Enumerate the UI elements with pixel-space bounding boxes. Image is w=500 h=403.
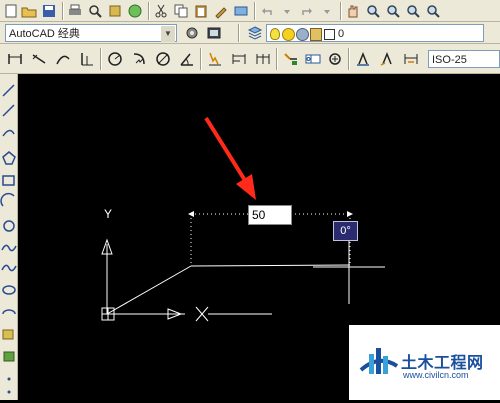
standard-toolbar — [0, 0, 500, 22]
print-icon[interactable] — [66, 2, 84, 20]
layer-properties-icon[interactable] — [246, 24, 264, 42]
draw-toolbar-icons — [0, 84, 17, 394]
undo-icon[interactable] — [258, 2, 276, 20]
zoom-previous-icon[interactable] — [404, 2, 422, 20]
drawn-line — [190, 264, 351, 267]
publish-icon[interactable] — [106, 2, 124, 20]
aligned-dimension-icon[interactable] — [30, 50, 48, 68]
workspace-settings-icon[interactable] — [183, 24, 201, 42]
toolbar-separator — [100, 48, 102, 70]
dimension-style-select[interactable]: ISO-25 — [428, 50, 500, 68]
toolbar-separator — [238, 24, 240, 42]
toolbar-separator — [340, 2, 342, 20]
annotation-arrow — [204, 116, 248, 184]
lock-icon — [310, 28, 322, 41]
linear-dimension-icon[interactable] — [6, 50, 24, 68]
ucs-y-label: Y — [104, 207, 113, 221]
dimension-text-edit-icon[interactable] — [378, 50, 396, 68]
toolbar-separator — [62, 2, 64, 20]
ordinate-dimension-icon[interactable] — [78, 50, 96, 68]
jogged-dimension-icon[interactable] — [130, 50, 148, 68]
workspace-select[interactable]: AutoCAD 经典 ▼ — [5, 24, 177, 42]
continue-dimension-icon[interactable] — [254, 50, 272, 68]
toolbar-separator — [254, 2, 256, 20]
toolbar-separator — [200, 48, 202, 70]
redo-dropdown-icon[interactable] — [318, 2, 336, 20]
sun-icon — [282, 28, 295, 41]
watermark-url: www.civilcn.com — [403, 370, 469, 380]
dimension-edit-icon[interactable] — [354, 50, 372, 68]
dynamic-length-input[interactable]: 50 — [248, 205, 292, 225]
block-editor-icon[interactable] — [232, 2, 250, 20]
globe-icon[interactable] — [126, 2, 144, 20]
copy-icon[interactable] — [172, 2, 190, 20]
match-properties-icon[interactable] — [212, 2, 230, 20]
cut-icon[interactable] — [152, 2, 170, 20]
my-workspace-icon[interactable] — [205, 24, 223, 42]
angle-tooltip: 0° — [333, 221, 358, 241]
open-icon[interactable] — [20, 2, 38, 20]
quick-dimension-icon[interactable] — [206, 50, 224, 68]
layer-name: 0 — [338, 28, 345, 40]
dimension-update-icon[interactable] — [402, 50, 420, 68]
redo-icon[interactable] — [298, 2, 316, 20]
tolerance-icon[interactable] — [304, 50, 322, 68]
draw-toolbar — [0, 74, 18, 400]
freeze-viewport-icon — [296, 28, 309, 41]
zoom-extents-icon[interactable] — [424, 2, 442, 20]
workspaces-layers-toolbar: AutoCAD 经典 ▼ 0 — [0, 22, 500, 44]
angular-dimension-icon[interactable] — [178, 50, 196, 68]
save-icon[interactable] — [40, 2, 58, 20]
paste-icon[interactable] — [192, 2, 210, 20]
toolbar-separator — [148, 2, 150, 20]
zoom-window-icon[interactable] — [384, 2, 402, 20]
pan-icon[interactable] — [344, 2, 362, 20]
toolbar-separator — [276, 48, 278, 70]
layer-select[interactable]: 0 — [266, 24, 484, 42]
quick-leader-icon[interactable] — [282, 50, 300, 68]
dimension-toolbar: ISO-25 — [0, 44, 500, 74]
workspace-select-value: AutoCAD 经典 — [9, 28, 80, 40]
baseline-dimension-icon[interactable] — [230, 50, 248, 68]
drawn-line — [106, 265, 192, 315]
center-mark-icon[interactable] — [326, 50, 344, 68]
site-watermark: 土木工程网 www.civilcn.com — [349, 325, 500, 400]
annotation-arrowhead — [236, 174, 256, 200]
arc-length-icon[interactable] — [54, 50, 72, 68]
file-icon[interactable] — [2, 2, 20, 20]
undo-dropdown-icon[interactable] — [278, 2, 296, 20]
layer-color-swatch — [324, 29, 335, 40]
lightbulb-icon — [270, 28, 280, 40]
radius-dimension-icon[interactable] — [106, 50, 124, 68]
civilcn-logo-icon — [359, 348, 399, 374]
diameter-dimension-icon[interactable] — [154, 50, 172, 68]
toolbar-separator — [348, 48, 350, 70]
plot-preview-icon[interactable] — [86, 2, 104, 20]
chevron-down-icon[interactable]: ▼ — [161, 26, 175, 42]
zoom-realtime-icon[interactable] — [364, 2, 382, 20]
dimension-style-value: ISO-25 — [432, 54, 467, 66]
